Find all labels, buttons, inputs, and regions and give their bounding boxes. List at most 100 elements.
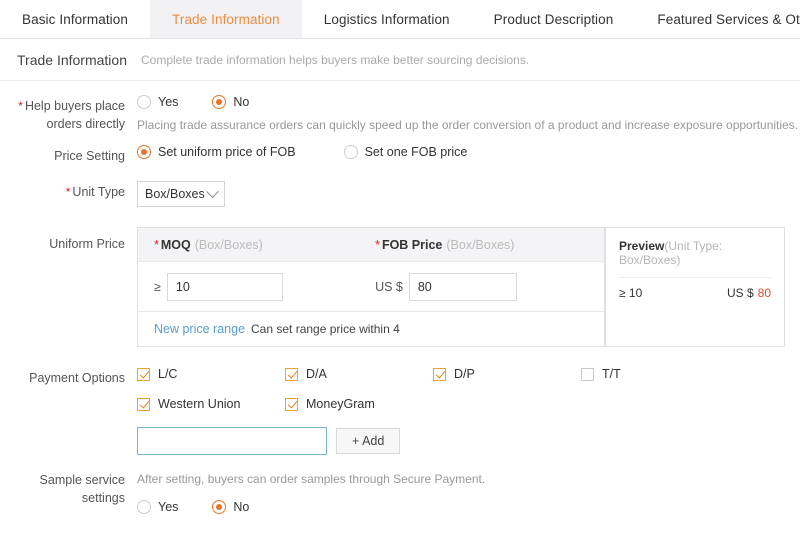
unit-type-select[interactable]: Box/Boxes (137, 181, 225, 207)
radio-sample-service-yes[interactable]: Yes (137, 500, 178, 514)
checkbox-label: MoneyGram (306, 397, 375, 411)
price-table-footer: New price range Can set range price with… (138, 312, 604, 346)
checkbox-payment-moneygram[interactable]: MoneyGram (285, 397, 375, 411)
column-header-text: MOQ (160, 237, 191, 252)
required-asterisk: * (65, 185, 71, 199)
radio-group-price-setting: Set uniform price of FOB Set one FOB pri… (137, 145, 800, 159)
add-payment-option-button[interactable]: + Add (336, 428, 401, 454)
preview-divider (619, 277, 771, 278)
required-asterisk: * (18, 99, 23, 113)
field-control-sample-service: After setting, buyers can order samples … (125, 469, 800, 514)
tab-bar: Basic Information Trade Information Logi… (0, 0, 800, 39)
tab-trade-information[interactable]: Trade Information (150, 0, 302, 38)
radio-circle-icon (137, 95, 151, 109)
new-price-range-link[interactable]: New price range (154, 322, 245, 336)
section-header: Trade Information Complete trade informa… (0, 39, 800, 81)
radio-label: No (233, 95, 250, 109)
field-help-buyers: * Help buyers place orders directly Yes N… (0, 95, 800, 133)
column-header-unit: (Box/Boxes) (194, 237, 263, 252)
tab-label: Logistics Information (323, 11, 450, 27)
radio-price-setting-one-fob[interactable]: Set one FOB price (343, 145, 468, 159)
column-header-moq: * MOQ (Box/Boxes) (138, 238, 359, 252)
radio-help-buyers-no[interactable]: No (212, 95, 249, 109)
preview-price: US $80 (727, 286, 771, 300)
preview-title: Preview(Unit Type: Box/Boxes) (619, 239, 771, 267)
payment-option-input[interactable] (137, 427, 327, 455)
field-control-help-buyers: Yes No Placing trade assurance orders ca… (125, 95, 800, 133)
checkbox-checked-icon (137, 397, 150, 411)
field-uniform-price: Uniform Price * MOQ (Box/Boxes) * FOB Price… (0, 227, 800, 347)
radio-label: No (233, 500, 250, 514)
moq-input[interactable] (166, 272, 283, 301)
radio-price-setting-uniform[interactable]: Set uniform price of FOB (137, 145, 296, 159)
chevron-down-icon (206, 184, 219, 198)
tab-featured-services-others[interactable]: Featured Services & Others (635, 0, 800, 38)
help-buyers-hint: Placing trade assurance orders can quick… (137, 118, 799, 132)
required-asterisk: * (154, 237, 159, 252)
unit-type-selected-value: Box/Boxes (145, 187, 205, 201)
moq-prefix: ≥ (154, 279, 161, 294)
checkbox-checked-icon (285, 367, 298, 381)
radio-group-help-buyers: Yes No (137, 95, 800, 109)
field-control-unit-type: Box/Boxes (125, 181, 800, 207)
radio-help-buyers-yes[interactable]: Yes (137, 95, 178, 109)
preview-amount: 80 (757, 286, 771, 300)
tab-basic-information[interactable]: Basic Information (0, 0, 150, 38)
label-text: Price Setting (54, 149, 125, 163)
field-price-setting: Price Setting Set uniform price of FOB S… (0, 145, 800, 165)
checkbox-label: D/A (306, 367, 327, 381)
tab-label: Trade Information (172, 11, 280, 27)
preview-row: ≥ 10 US $80 (619, 286, 771, 300)
field-label-payment-options: Payment Options (0, 367, 125, 387)
price-table-wrapper: * MOQ (Box/Boxes) * FOB Price (Box/Boxes) ≥ … (137, 227, 785, 347)
checkbox-checked-icon (285, 397, 298, 411)
checkbox-checked-icon (433, 367, 446, 381)
radio-circle-selected-icon (212, 95, 227, 109)
column-header-unit: (Box/Boxes) (446, 237, 515, 252)
field-control-uniform-price: * MOQ (Box/Boxes) * FOB Price (Box/Boxes) ≥ … (125, 227, 800, 347)
radio-circle-selected-icon (137, 145, 151, 159)
radio-group-sample-service: Yes No (137, 500, 800, 514)
tab-label: Product Description (493, 11, 614, 27)
checkbox-payment-dp[interactable]: D/P (433, 367, 581, 381)
section-subtitle: Complete trade information helps buyers … (140, 52, 530, 67)
checkbox-label: T/T (602, 367, 621, 381)
checkbox-checked-icon (137, 367, 150, 381)
checkbox-payment-western-union[interactable]: Western Union (137, 397, 285, 411)
checkbox-label: D/P (454, 367, 475, 381)
field-control-price-setting: Set uniform price of FOB Set one FOB pri… (125, 145, 800, 159)
label-text: Unit Type (72, 185, 125, 199)
table-row: ≥ US $ (138, 262, 604, 312)
field-unit-type: * Unit Type Box/Boxes (0, 181, 800, 207)
label-text: Help buyers place orders directly (24, 99, 125, 131)
checkbox-payment-lc[interactable]: L/C (137, 367, 285, 381)
payment-options-row-1: L/C D/A D/P T/T (137, 367, 800, 381)
radio-circle-icon (137, 500, 151, 514)
radio-circle-icon (343, 145, 358, 159)
radio-sample-service-no[interactable]: No (212, 500, 249, 514)
radio-label: Set uniform price of FOB (158, 145, 296, 159)
field-label-price-setting: Price Setting (0, 145, 125, 165)
tab-product-description[interactable]: Product Description (471, 0, 636, 38)
checkbox-payment-da[interactable]: D/A (285, 367, 433, 381)
label-text: Uniform Price (49, 237, 125, 251)
price-table: * MOQ (Box/Boxes) * FOB Price (Box/Boxes) ≥ … (137, 227, 605, 347)
field-control-payment-options: L/C D/A D/P T/T Western Union MoneyGram … (125, 367, 800, 455)
preview-quantity: ≥ 10 (619, 286, 643, 300)
field-sample-service-settings: Sample service settings After setting, b… (0, 469, 800, 514)
required-asterisk: * (375, 237, 380, 252)
checkbox-label: Western Union (158, 397, 241, 411)
preview-title-text: Preview (619, 239, 665, 253)
checkbox-payment-tt[interactable]: T/T (581, 367, 621, 381)
page-title: Trade Information (17, 51, 127, 68)
cell-moq: ≥ (138, 272, 359, 301)
price-range-note: Can set range price within 4 (251, 322, 400, 336)
tab-logistics-information[interactable]: Logistics Information (301, 0, 472, 38)
radio-label: Set one FOB price (364, 145, 468, 159)
field-label-unit-type: * Unit Type (0, 181, 125, 201)
checkbox-unchecked-icon (581, 367, 594, 381)
radio-label: Yes (158, 500, 179, 514)
field-label-help-buyers: * Help buyers place orders directly (0, 95, 125, 133)
fob-price-input[interactable] (408, 272, 517, 301)
label-text: Payment Options (29, 371, 125, 385)
